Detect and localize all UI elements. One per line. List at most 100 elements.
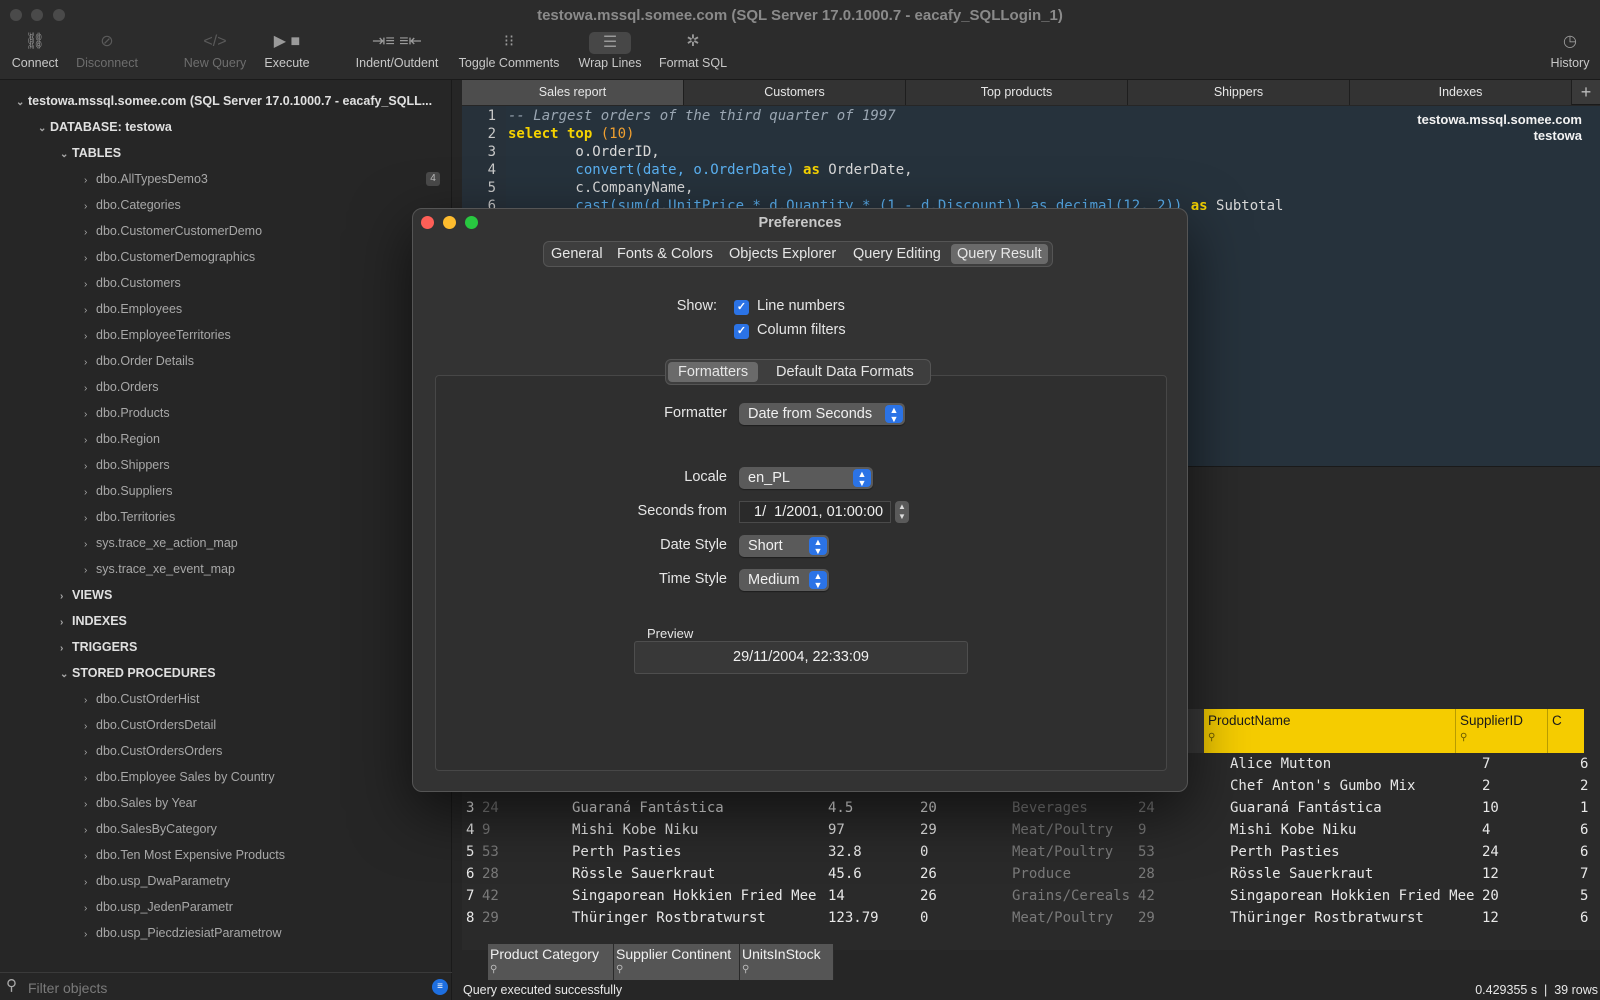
tab-shippers[interactable]: Shippers bbox=[1128, 80, 1350, 105]
table-row[interactable]: 8 29 Thüringer Rostbratwurst 123.79 0 Meat/… bbox=[462, 907, 1600, 929]
formatter-select[interactable]: Date from Seconds ▲ ▼ bbox=[739, 403, 905, 425]
table-item[interactable]: › dbo.Suppliers bbox=[84, 480, 172, 502]
procedure-item[interactable]: › dbo.Sales by Year bbox=[84, 792, 197, 814]
code-line: select top (10) bbox=[508, 126, 635, 142]
pivot-field-units-in-stock[interactable]: UnitsInStock ⚲ bbox=[740, 944, 834, 980]
column-header-supplierid[interactable]: SupplierID ⚲ bbox=[1456, 709, 1548, 753]
pivot-fields: Product Category ⚲ Supplier Continent ⚲ Un… bbox=[488, 944, 834, 980]
tab-general[interactable]: General bbox=[545, 244, 609, 264]
table-row[interactable]: 5 53 Perth Pasties 32.8 0 Meat/Poultry 53 Pe… bbox=[462, 841, 1600, 863]
procedure-item[interactable]: › dbo.Ten Most Expensive Products bbox=[84, 844, 285, 866]
chevron-updown-icon: ▲ ▼ bbox=[885, 405, 903, 424]
toggle-comments-button[interactable]: ⁝⁝ Toggle Comments bbox=[456, 32, 562, 70]
procedure-item[interactable]: › dbo.SalesByCategory bbox=[84, 818, 217, 840]
triggers-node[interactable]: › TRIGGERS bbox=[60, 636, 137, 658]
tab-fonts-colors[interactable]: Fonts & Colors bbox=[611, 244, 719, 264]
history-button[interactable]: ◷ History bbox=[1546, 32, 1594, 70]
procedure-item[interactable]: › dbo.usp_JedenParametr bbox=[84, 896, 233, 918]
table-item[interactable]: › dbo.Territories bbox=[84, 506, 175, 528]
table-row[interactable]: 6 28 Rössle Sauerkraut 45.6 26 Produce 28 Rö… bbox=[462, 863, 1600, 885]
procedure-item[interactable]: › dbo.usp_PiecdziesiatParametrow bbox=[84, 922, 282, 944]
filter-options-icon[interactable]: ≡ bbox=[432, 979, 448, 995]
tab-sales-report[interactable]: Sales report bbox=[462, 80, 684, 105]
chevron-right-icon: › bbox=[84, 461, 88, 472]
line-numbers-checkbox[interactable]: ✓ bbox=[734, 300, 749, 315]
procedure-item[interactable]: › dbo.Employee Sales by Country bbox=[84, 766, 275, 788]
time-style-select[interactable]: Medium ▲ ▼ bbox=[739, 569, 829, 591]
tab-top-products[interactable]: Top products bbox=[906, 80, 1128, 105]
chevron-down-icon: ⌄ bbox=[38, 123, 47, 134]
table-item[interactable]: › dbo.Order Details bbox=[84, 350, 194, 372]
column-header-productname[interactable]: ProductName ⚲ bbox=[1204, 709, 1456, 753]
server-node[interactable]: ⌄ testowa.mssql.somee.com (SQL Server 17.… bbox=[16, 90, 446, 112]
pivot-field-product-category[interactable]: Product Category ⚲ bbox=[488, 944, 614, 980]
search-icon: ⚲ bbox=[1460, 732, 1468, 743]
indent-icon: ⇥≡ ≡⇤ bbox=[372, 33, 422, 50]
table-item[interactable]: › dbo.CustomerCustomerDemo bbox=[84, 220, 262, 242]
broken-link-icon: ⊘ bbox=[100, 33, 114, 50]
chevron-right-icon: › bbox=[84, 201, 88, 212]
procedure-item[interactable]: › dbo.usp_DwaParametry bbox=[84, 870, 230, 892]
new-query-button[interactable]: </> New Query bbox=[180, 32, 250, 70]
chevron-right-icon: › bbox=[84, 305, 88, 316]
table-item[interactable]: › dbo.EmployeeTerritories bbox=[84, 324, 231, 346]
chevron-right-icon: › bbox=[60, 643, 64, 654]
chevron-updown-icon: ▲ ▼ bbox=[809, 537, 827, 556]
tab-customers[interactable]: Customers bbox=[684, 80, 906, 105]
table-item[interactable]: › sys.trace_xe_event_map bbox=[84, 558, 235, 580]
add-tab-button[interactable]: + bbox=[1572, 80, 1600, 105]
column-header[interactable]: C bbox=[1548, 709, 1584, 753]
table-item[interactable]: › dbo.Employees bbox=[84, 298, 182, 320]
tab-query-result[interactable]: Query Result bbox=[951, 244, 1048, 264]
seconds-from-label: Seconds from bbox=[637, 503, 727, 519]
code-line: convert(date, o.OrderDate) as OrderDate, bbox=[508, 162, 913, 178]
table-item[interactable]: › dbo.Orders bbox=[84, 376, 159, 398]
format-sql-button[interactable]: ✲ Format SQL bbox=[658, 32, 728, 70]
procedure-item[interactable]: › dbo.CustOrderHist bbox=[84, 688, 200, 710]
procedure-item[interactable]: › dbo.CustOrdersDetail bbox=[84, 714, 216, 736]
table-row[interactable]: 7 42 Singaporean Hokkien Fried Mee 14 26 Gr… bbox=[462, 885, 1600, 907]
table-item[interactable]: › dbo.Categories bbox=[84, 194, 181, 216]
tab-default-data-formats[interactable]: Default Data Formats bbox=[770, 362, 920, 382]
disconnect-button[interactable]: ⊘ Disconnect bbox=[72, 32, 142, 70]
chevron-down-icon: ⌄ bbox=[60, 149, 69, 160]
line-number: 5 bbox=[487, 180, 496, 196]
date-style-select[interactable]: Short ▲ ▼ bbox=[739, 535, 829, 557]
tab-formatters[interactable]: Formatters bbox=[668, 362, 759, 382]
table-item[interactable]: › dbo.Shippers bbox=[84, 454, 170, 476]
chevron-updown-icon: ▲ ▼ bbox=[853, 469, 871, 488]
filter-objects-input[interactable] bbox=[28, 978, 423, 998]
table-item[interactable]: › dbo.Region bbox=[84, 428, 160, 450]
seconds-from-field[interactable]: 1/ 1/2001, 01:00:00 bbox=[739, 501, 891, 523]
chevron-right-icon: › bbox=[84, 539, 88, 550]
date-stepper[interactable]: ▲ ▼ bbox=[895, 501, 909, 523]
indent-outdent-button[interactable]: ⇥≡ ≡⇤ Indent/Outdent bbox=[350, 32, 444, 70]
wrap-lines-button[interactable]: ☰ Wrap Lines bbox=[576, 32, 644, 70]
table-item[interactable]: › dbo.AllTypesDemo3 4 bbox=[84, 168, 440, 190]
comment-icon: ⁝⁝ bbox=[503, 33, 515, 50]
table-item[interactable]: › dbo.Products bbox=[84, 402, 170, 424]
search-icon: ⚲ bbox=[1208, 732, 1216, 743]
tab-objects-explorer[interactable]: Objects Explorer bbox=[723, 244, 842, 264]
views-node[interactable]: › VIEWS bbox=[60, 584, 112, 606]
chevron-right-icon: › bbox=[84, 435, 88, 446]
wrap-icon: ☰ bbox=[576, 32, 644, 54]
execute-button[interactable]: ▶ ■ Execute bbox=[262, 32, 312, 70]
table-item[interactable]: › dbo.CustomerDemographics bbox=[84, 246, 255, 268]
column-filters-checkbox[interactable]: ✓ bbox=[734, 324, 749, 339]
table-item[interactable]: › sys.trace_xe_action_map bbox=[84, 532, 238, 554]
table-item[interactable]: › dbo.Customers bbox=[84, 272, 181, 294]
table-row[interactable]: 3 24 Guaraná Fantástica 4.5 20 Beverages 24… bbox=[462, 797, 1600, 819]
tables-node[interactable]: ⌄ TABLES bbox=[60, 142, 121, 164]
tab-indexes[interactable]: Indexes bbox=[1350, 80, 1572, 105]
database-node[interactable]: ⌄ DATABASE: testowa bbox=[38, 116, 172, 138]
tab-query-editing[interactable]: Query Editing bbox=[847, 244, 947, 264]
table-row[interactable]: 49 Mishi Kobe Niku 97 29 Meat/Poultry 9 Mis… bbox=[462, 819, 1600, 841]
line-numbers-label: Line numbers bbox=[757, 298, 845, 314]
procedure-item[interactable]: › dbo.CustOrdersOrders bbox=[84, 740, 222, 762]
indexes-node[interactable]: › INDEXES bbox=[60, 610, 127, 632]
stored-procedures-node[interactable]: ⌄ STORED PROCEDURES bbox=[60, 662, 216, 684]
connect-button[interactable]: ⛓ Connect bbox=[8, 32, 62, 70]
pivot-field-supplier-continent[interactable]: Supplier Continent ⚲ bbox=[614, 944, 740, 980]
locale-select[interactable]: en_PL ▲ ▼ bbox=[739, 467, 873, 489]
